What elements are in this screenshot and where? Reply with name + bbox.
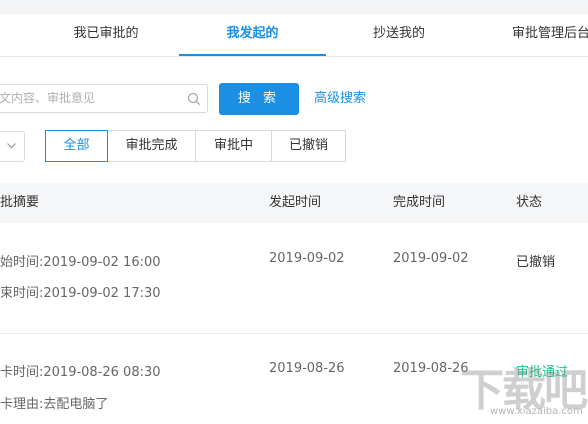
header-summary: 批摘要 (0, 195, 40, 210)
tab-approved-by-me[interactable]: 我已审批的 (60, 14, 152, 56)
row-start-date: 2019-09-02 (269, 251, 345, 266)
filter-dropdown[interactable] (0, 131, 25, 162)
approval-tabs: 我已审批的 我发起的 抄送我的 审批管理后台 (0, 14, 588, 57)
tab-initiated-by-me[interactable]: 我发起的 (179, 14, 326, 56)
table-row[interactable]: 始时间:2019-09-02 16:00 束时间:2019-09-02 17:3… (0, 223, 588, 334)
row-end-date: 2019-09-02 (393, 251, 469, 266)
row-summary-line: 卡理由:去配电脑了 (0, 397, 109, 412)
header-end-time: 完成时间 (393, 195, 446, 210)
filter-in-progress[interactable]: 审批中 (195, 130, 272, 162)
table-row[interactable]: 卡时间:2019-08-26 08:30 卡理由:去配电脑了 2019-08-2… (0, 334, 588, 424)
table-header: 批摘要 发起时间 完成时间 状态 (0, 183, 588, 223)
tab-cc-to-me[interactable]: 抄送我的 (352, 14, 446, 56)
row-start-date: 2019-08-26 (269, 361, 345, 376)
search-input[interactable]: 文内容、审批意见 (0, 84, 208, 113)
filter-approved[interactable]: 审批完成 (107, 130, 196, 162)
status-badge: 审批通过 (516, 365, 569, 380)
chevron-down-icon (7, 143, 16, 149)
search-placeholder: 文内容、审批意见 (0, 91, 96, 105)
row-summary-line: 束时间:2019-09-02 17:30 (0, 286, 161, 301)
top-strip (0, 0, 588, 14)
header-start-time: 发起时间 (269, 195, 322, 210)
tab-approval-admin[interactable]: 审批管理后台 (496, 14, 588, 56)
advanced-search-link[interactable]: 高级搜索 (314, 83, 366, 115)
header-status: 状态 (516, 195, 543, 210)
row-summary-line: 始时间:2019-09-02 16:00 (0, 255, 161, 270)
status-badge: 已撤销 (516, 255, 556, 270)
search-button[interactable]: 搜 索 (219, 83, 299, 115)
row-summary-line: 卡时间:2019-08-26 08:30 (0, 365, 161, 380)
search-icon[interactable] (187, 92, 201, 106)
row-end-date: 2019-08-26 (393, 361, 469, 376)
filter-revoked[interactable]: 已撤销 (271, 130, 346, 162)
filter-all[interactable]: 全部 (45, 130, 108, 162)
